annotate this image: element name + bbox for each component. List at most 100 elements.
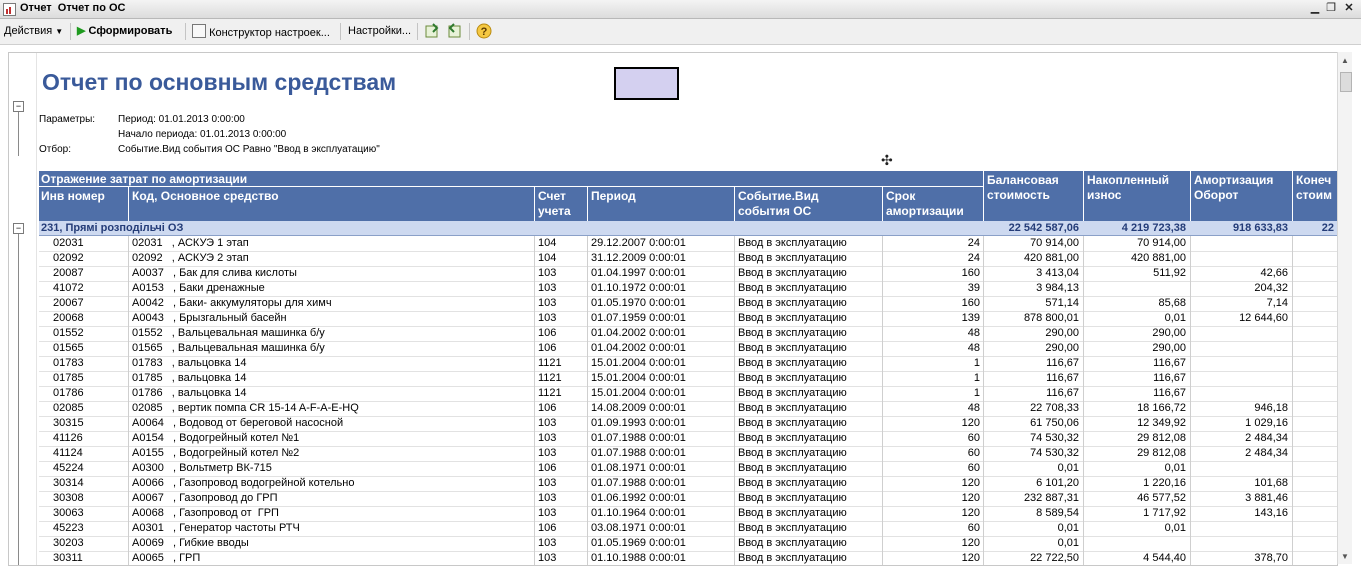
cell-amort-term: 48 <box>967 327 980 339</box>
column-divider <box>534 281 535 296</box>
cell-inv-number: 02031 <box>53 237 84 249</box>
cell-amort-term: 160 <box>961 297 980 309</box>
cell-inv-number: 01565 <box>53 342 84 354</box>
settings-label: Настройки... <box>348 25 412 37</box>
column-divider <box>734 266 735 281</box>
cell-accum-wear: 116,67 <box>1153 357 1186 369</box>
table-row[interactable]: 01783 01783 , вальцовка 14 1121 15.01.2004 … <box>39 356 1337 372</box>
table-row[interactable]: 41124 А0155 , Водогрейный котел №2 103 01.0… <box>39 446 1337 462</box>
group-amort: 918 633,83 <box>1232 222 1288 234</box>
cell-code-asset: 01786 , вальцовка 14 <box>132 387 247 399</box>
collapse-group-icon[interactable]: − <box>13 223 24 234</box>
column-divider <box>128 356 129 371</box>
table-row[interactable]: 30311 А0065 , ГРП 103 01.10.1988 0:00:01 Вво… <box>39 551 1337 565</box>
column-divider <box>534 446 535 461</box>
column-divider <box>587 431 588 446</box>
header-code-asset[interactable]: Код, Основное средство <box>132 189 279 204</box>
cell-event-type: Ввод в эксплуатацию <box>738 462 847 474</box>
collapse-params-icon[interactable]: − <box>13 101 24 112</box>
table-row[interactable]: 20068 А0043 , Брызгальный басейн 103 01.07.… <box>39 311 1337 327</box>
table-row[interactable]: 30063 А0068 , Газопровод от ГРП 103 01.10.1… <box>39 506 1337 522</box>
column-divider <box>534 296 535 311</box>
table-row[interactable]: 41072 А0153 , Баки дренажные 103 01.10.1972… <box>39 281 1337 297</box>
cell-accum-wear <box>1083 281 1186 296</box>
table-row[interactable]: 30308 А0067 , Газопровод до ГРП 103 01.06.1… <box>39 491 1337 507</box>
column-divider <box>1292 356 1293 371</box>
header-accum-wear[interactable]: Накопленный износ <box>1087 173 1169 203</box>
settings-button[interactable]: Настройки... <box>348 24 411 39</box>
header-amort-turnover[interactable]: Амортизация Оборот <box>1194 173 1273 203</box>
table-row[interactable]: 45224 А0300 , Вольтметр ВК-715 106 01.08.19… <box>39 461 1337 477</box>
column-divider <box>1292 296 1293 311</box>
restore-settings-icon[interactable] <box>447 23 463 39</box>
table-row[interactable]: 41126 А0154 , Водогрейный котел №1 103 01.0… <box>39 431 1337 447</box>
cell-event-type: Ввод в эксплуатацию <box>738 282 847 294</box>
table-row[interactable]: 45223 А0301 , Генератор частоты РТЧ 106 03.… <box>39 521 1337 537</box>
table-row[interactable]: 01565 01565 , Вальцевальная машинка б/у 10… <box>39 341 1337 357</box>
table-row[interactable]: 02031 02031 , АСКУЭ 1 этап 104 29.12.2007 0… <box>39 236 1337 252</box>
header-event-type[interactable]: Событие.Вид события ОС <box>738 189 819 219</box>
header-balance-value[interactable]: Балансовая стоимость <box>987 173 1059 203</box>
cell-amort-turnover <box>1190 251 1288 266</box>
header-inv-number[interactable]: Инв номер <box>41 189 105 204</box>
cell-event-type: Ввод в эксплуатацию <box>738 522 847 534</box>
cell-period: 01.07.1988 0:00:01 <box>591 432 686 444</box>
actions-menu-button[interactable]: Действия ▼ <box>4 24 63 39</box>
table-row[interactable]: 30203 А0069 , Гибкие вводы 103 01.05.1969 0… <box>39 536 1337 552</box>
column-divider <box>882 446 883 461</box>
column-divider <box>1292 281 1293 296</box>
cell-balance-value: 0,01 <box>1057 537 1079 549</box>
column-divider <box>128 236 129 251</box>
cell-amort-turnover: 7,14 <box>1266 297 1288 309</box>
scroll-thumb[interactable] <box>1340 72 1352 92</box>
header-account[interactable]: Счет учета <box>538 189 571 219</box>
column-divider <box>128 401 129 416</box>
cell-amort-term: 120 <box>961 507 980 519</box>
table-row[interactable]: 01552 01552 , Вальцевальная машинка б/у 10… <box>39 326 1337 342</box>
table-row[interactable]: 20067 А0042 , Баки- аккумуляторы для химч… <box>39 296 1337 312</box>
table-row[interactable]: 02092 02092 , АСКУЭ 2 этап 104 31.12.2009 0… <box>39 251 1337 267</box>
report-spreadsheet[interactable]: − − Отчет по основным средствам Параметр… <box>8 52 1338 566</box>
cell-period: 01.10.1988 0:00:01 <box>591 552 686 564</box>
table-row[interactable]: 01785 01785 , вальцовка 14 1121 15.01.2004 … <box>39 371 1337 387</box>
toolbar-separator <box>340 23 341 40</box>
cell-account: 106 <box>538 327 557 339</box>
scroll-down-icon[interactable]: ▼ <box>1340 552 1350 562</box>
table-row[interactable]: 30315 А0064 , Водовод от береговой насосн… <box>39 416 1337 432</box>
scroll-up-icon[interactable]: ▲ <box>1340 56 1350 66</box>
column-divider <box>587 281 588 296</box>
cell-code-asset: А0066 , Газопровод водогрейной котельно <box>132 477 355 489</box>
settings-constructor-button[interactable]: Конструктор настроек... <box>192 24 330 39</box>
cell-amort-term: 48 <box>967 402 980 414</box>
cell-period: 15.01.2004 0:00:01 <box>591 372 686 384</box>
column-divider <box>734 386 735 401</box>
column-divider <box>734 461 735 476</box>
minimize-icon[interactable]: ▁ <box>1308 2 1322 15</box>
column-divider <box>1292 476 1293 491</box>
header-amort-term[interactable]: Срок амортизации <box>886 189 964 219</box>
table-row[interactable]: 01786 01786 , вальцовка 14 1121 15.01.2004 … <box>39 386 1337 402</box>
cell-event-type: Ввод в эксплуатацию <box>738 507 847 519</box>
column-divider <box>1292 446 1293 461</box>
header-period[interactable]: Период <box>591 189 636 204</box>
vertical-scrollbar[interactable]: ▲ ▼ <box>1337 52 1352 564</box>
group-row[interactable]: 231, Прямі розподільчі ОЗ 22 542 587,06 … <box>39 221 1337 236</box>
table-row[interactable]: 30314 А0066 , Газопровод водогрейной коте… <box>39 476 1337 492</box>
table-row[interactable]: 02085 02085 , вертик помпа CR 15-14 A-F-A… <box>39 401 1337 417</box>
cell-account: 103 <box>538 477 557 489</box>
column-divider <box>1292 506 1293 521</box>
generate-button[interactable]: ▶ Сформировать <box>77 24 172 39</box>
cell-amort-term: 139 <box>961 312 980 324</box>
table-row[interactable]: 20087 А0037 , Бак для слива кислоты 103 01.… <box>39 266 1337 282</box>
save-settings-icon[interactable] <box>424 23 440 39</box>
help-icon[interactable]: ? <box>476 23 492 39</box>
cell-account: 103 <box>538 297 557 309</box>
restore-icon[interactable]: ❐ <box>1324 2 1338 15</box>
column-divider <box>734 236 735 251</box>
header-final-value[interactable]: Конеч стоим <box>1296 173 1332 203</box>
column-divider <box>1292 371 1293 386</box>
column-divider <box>734 251 735 266</box>
close-icon[interactable]: ✕ <box>1342 2 1356 15</box>
cell-code-asset: 01783 , вальцовка 14 <box>132 357 247 369</box>
column-divider <box>534 461 535 476</box>
